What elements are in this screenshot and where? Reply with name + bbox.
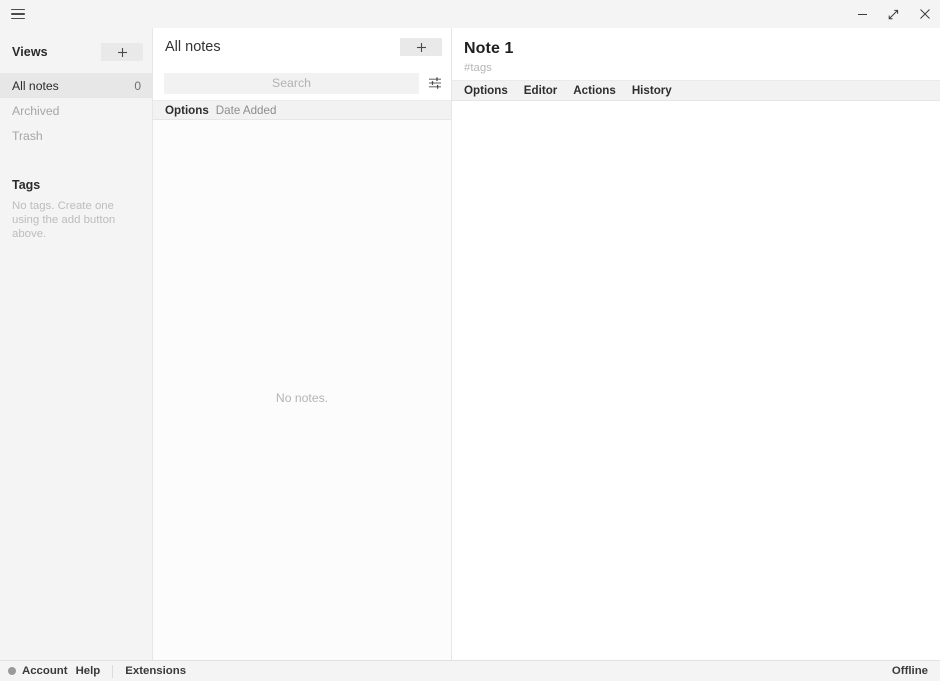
app-window: Views All notes 0 Archived Trash Tags No… <box>0 0 940 681</box>
tab-editor[interactable]: Editor <box>524 84 558 97</box>
main-body: Views All notes 0 Archived Trash Tags No… <box>0 28 940 660</box>
sidebar-item-count: 0 <box>134 78 141 93</box>
note-title[interactable]: Note 1 <box>464 40 940 58</box>
note-tabs: Options Editor Actions History <box>452 80 940 101</box>
notes-header-row: All notes <box>153 28 451 66</box>
hamburger-line <box>11 17 25 20</box>
plus-icon <box>117 47 127 57</box>
sidebar-item-trash[interactable]: Trash <box>0 123 152 148</box>
note-tags-placeholder[interactable]: #tags <box>464 62 940 74</box>
search-input[interactable] <box>164 72 419 94</box>
tags-empty-message: No tags. Create one using the add button… <box>12 200 116 240</box>
tags-header: Tags <box>12 178 41 192</box>
sidebar-item-archived[interactable]: Archived <box>0 98 152 123</box>
notes-list-title: All notes <box>165 39 221 55</box>
sliders-icon[interactable] <box>426 74 444 92</box>
notes-list-panel: All notes Search Options Date Added No n… <box>153 28 452 660</box>
status-divider <box>112 664 114 678</box>
hamburger-line <box>11 8 25 11</box>
tab-options[interactable]: Options <box>464 84 508 97</box>
title-bar <box>0 0 940 28</box>
account-status-icon <box>8 667 16 675</box>
account-button[interactable]: Account <box>22 665 76 677</box>
hamburger-menu-icon[interactable] <box>7 3 29 25</box>
views-header: Views <box>12 45 48 59</box>
extensions-button[interactable]: Extensions <box>125 665 194 677</box>
notes-options-button[interactable]: Options <box>165 104 209 117</box>
notes-sort-label[interactable]: Date Added <box>216 104 277 117</box>
window-controls <box>847 0 940 28</box>
minimize-button[interactable] <box>847 0 878 28</box>
note-editor-canvas[interactable] <box>452 101 940 660</box>
connection-status: Offline <box>891 665 928 677</box>
search-box[interactable] <box>164 72 419 94</box>
close-button[interactable] <box>909 0 940 28</box>
hamburger-line <box>11 13 25 15</box>
sidebar: Views All notes 0 Archived Trash Tags No… <box>0 28 153 660</box>
note-panel: Note 1 #tags Options Editor Actions Hist… <box>452 28 940 660</box>
notes-options-bar: Options Date Added <box>153 100 451 120</box>
add-note-button[interactable] <box>400 38 442 56</box>
note-header: Note 1 #tags <box>452 28 940 80</box>
views-list: All notes 0 Archived Trash <box>0 73 152 148</box>
tab-actions[interactable]: Actions <box>573 84 616 97</box>
plus-icon <box>416 42 426 52</box>
status-left-group: Account Help Extensions <box>8 661 194 681</box>
sidebar-item-label: All notes <box>12 78 59 93</box>
add-view-button[interactable] <box>101 43 143 61</box>
search-row <box>153 66 451 100</box>
sidebar-item-label: Trash <box>12 128 43 143</box>
views-header-row: Views <box>0 38 152 66</box>
tab-history[interactable]: History <box>632 84 672 97</box>
maximize-icon[interactable] <box>878 0 909 28</box>
status-bar: Account Help Extensions Offline <box>0 660 940 681</box>
notes-empty-message: No notes. <box>275 391 329 405</box>
sidebar-item-all-notes[interactable]: All notes 0 <box>0 73 152 98</box>
sidebar-item-label: Archived <box>12 103 60 118</box>
help-button[interactable]: Help <box>76 665 109 677</box>
notes-list-body: No notes. <box>153 120 451 660</box>
